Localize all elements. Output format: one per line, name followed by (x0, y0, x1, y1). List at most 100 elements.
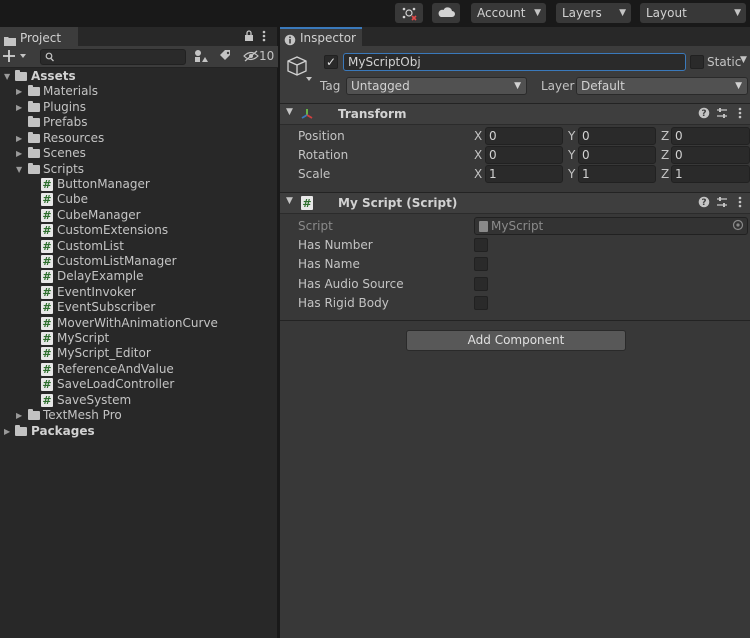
search-input[interactable] (40, 49, 186, 65)
axis-y-label[interactable]: Y (568, 165, 575, 183)
csharp-script-icon: # (41, 208, 53, 222)
chevron-down-icon: ▼ (734, 8, 741, 18)
add-component-button[interactable]: Add Component (406, 330, 626, 351)
layout-dropdown[interactable]: Layout ▼ (640, 3, 746, 23)
scale-label: Scale (298, 167, 331, 181)
chevron-down-icon: ▼ (514, 81, 521, 91)
tab-inspector[interactable]: Inspector (280, 27, 362, 46)
rotation-x-field[interactable]: 0 (485, 146, 563, 164)
tree-item-scripts[interactable]: ▼ Scripts (0, 162, 278, 177)
foldout-arrow-open-icon[interactable]: ▼ (286, 107, 293, 117)
tree-item-script[interactable]: # CustomExtensions (0, 223, 278, 238)
tree-label: Assets (31, 69, 76, 83)
help-icon[interactable]: ? (698, 107, 710, 122)
csharp-script-icon: # (41, 301, 53, 315)
layout-label: Layout (646, 6, 687, 20)
filter-by-label-icon[interactable] (218, 49, 232, 66)
scale-x-field[interactable]: 1 (485, 165, 563, 183)
rotation-y-field[interactable]: 0 (578, 146, 656, 164)
scale-z-field[interactable]: 1 (671, 165, 750, 183)
has-audio-source-checkbox[interactable] (474, 277, 488, 291)
component-enabled-checkbox[interactable] (319, 196, 331, 208)
layers-dropdown[interactable]: Layers ▼ (556, 3, 631, 23)
tree-item-packages[interactable]: ▶ Packages (0, 424, 278, 439)
tree-item-script[interactable]: # EventSubscriber (0, 300, 278, 315)
help-icon[interactable]: ? (698, 196, 710, 211)
tree-item-script[interactable]: # Cube (0, 192, 278, 207)
inspector-tabbar: Inspector (280, 27, 750, 46)
static-checkbox[interactable] (690, 55, 704, 69)
tree-item-script[interactable]: # CustomList (0, 239, 278, 254)
tree-item-prefabs[interactable]: Prefabs (0, 115, 278, 130)
tree-item-script[interactable]: # MyScript (0, 331, 278, 346)
axis-x-label[interactable]: X (474, 127, 482, 145)
chevron-down-icon[interactable]: ▼ (740, 55, 747, 65)
axis-x-label[interactable]: X (474, 146, 482, 164)
inspector-panel: Inspector ✓ MyScriptObj Static ▼ Tag Unt… (280, 27, 750, 638)
add-asset-button[interactable] (3, 48, 29, 67)
transform-component-header[interactable]: ▼ Transform ? (280, 103, 750, 125)
tree-item-script[interactable]: # MyScript_Editor (0, 346, 278, 361)
rotation-z-field[interactable]: 0 (671, 146, 750, 164)
tree-item-materials[interactable]: ▶ Materials (0, 84, 278, 99)
preset-icon[interactable] (716, 196, 728, 211)
object-name-input[interactable]: MyScriptObj (343, 53, 686, 71)
tab-project[interactable]: Project (0, 27, 78, 46)
tree-item-script[interactable]: # SaveLoadController (0, 377, 278, 392)
tree-item-script[interactable]: # SaveSystem (0, 393, 278, 408)
foldout-arrow-open-icon[interactable]: ▼ (286, 196, 293, 206)
collab-icon[interactable] (395, 3, 423, 23)
tree-item-script[interactable]: # CustomListManager (0, 254, 278, 269)
lock-icon[interactable] (244, 30, 254, 45)
layer-dropdown[interactable]: Default ▼ (576, 77, 748, 95)
csharp-script-icon: # (41, 347, 53, 361)
tree-item-script[interactable]: # ButtonManager (0, 177, 278, 192)
expand-arrow-icon: ▶ (16, 149, 23, 158)
project-toolbar: 10 (0, 46, 278, 68)
has-name-checkbox[interactable] (474, 257, 488, 271)
has-number-checkbox[interactable] (474, 238, 488, 252)
tree-item-plugins[interactable]: ▶ Plugins (0, 100, 278, 115)
object-picker-icon[interactable] (732, 219, 744, 235)
axis-z-label[interactable]: Z (661, 127, 669, 145)
tree-item-script[interactable]: # DelayExample (0, 269, 278, 284)
tree-label: SaveLoadController (57, 377, 175, 392)
kebab-menu-icon[interactable] (738, 196, 742, 211)
active-checkbox[interactable]: ✓ (324, 55, 338, 69)
tree-item-script[interactable]: # MoverWithAnimationCurve (0, 316, 278, 331)
myscript-component-header[interactable]: ▼ # My Script (Script) ? (280, 192, 750, 214)
axis-x-label[interactable]: X (474, 165, 482, 183)
position-z-field[interactable]: 0 (671, 127, 750, 145)
tree-item-assets[interactable]: ▼ Assets (0, 69, 278, 84)
tree-item-scenes[interactable]: ▶ Scenes (0, 146, 278, 161)
kebab-menu-icon[interactable] (262, 30, 266, 45)
tree-label: Materials (43, 84, 99, 98)
position-x-field[interactable]: 0 (485, 127, 563, 145)
folder-icon (28, 147, 40, 158)
component-divider (280, 320, 750, 321)
csharp-script-icon: # (41, 178, 53, 191)
tree-item-script[interactable]: # CubeManager (0, 208, 278, 223)
axis-y-label[interactable]: Y (568, 127, 575, 145)
tree-item-textmesh-pro[interactable]: ▶ TextMesh Pro (0, 408, 278, 423)
tag-dropdown[interactable]: Untagged ▼ (346, 77, 527, 95)
hidden-packages-toggle[interactable] (243, 50, 259, 65)
filter-by-type-icon[interactable] (193, 49, 209, 66)
cloud-icon[interactable] (432, 3, 460, 23)
script-reference-field[interactable]: MyScript (474, 217, 748, 235)
account-dropdown[interactable]: Account ▼ (471, 3, 546, 23)
has-rigid-body-checkbox[interactable] (474, 296, 488, 310)
tree-item-resources[interactable]: ▶ Resources (0, 131, 278, 146)
preset-icon[interactable] (716, 107, 728, 122)
tree-item-script[interactable]: # EventInvoker (0, 285, 278, 300)
position-y-field[interactable]: 0 (578, 127, 656, 145)
tree-label: CustomList (57, 238, 124, 253)
axis-y-label[interactable]: Y (568, 146, 575, 164)
layer-label: Layer (541, 79, 575, 93)
axis-z-label[interactable]: Z (661, 165, 669, 183)
tree-item-script[interactable]: # ReferenceAndValue (0, 362, 278, 377)
expand-arrow-icon: ▶ (16, 87, 23, 96)
kebab-menu-icon[interactable] (738, 107, 742, 122)
axis-z-label[interactable]: Z (661, 146, 669, 164)
scale-y-field[interactable]: 1 (578, 165, 656, 183)
